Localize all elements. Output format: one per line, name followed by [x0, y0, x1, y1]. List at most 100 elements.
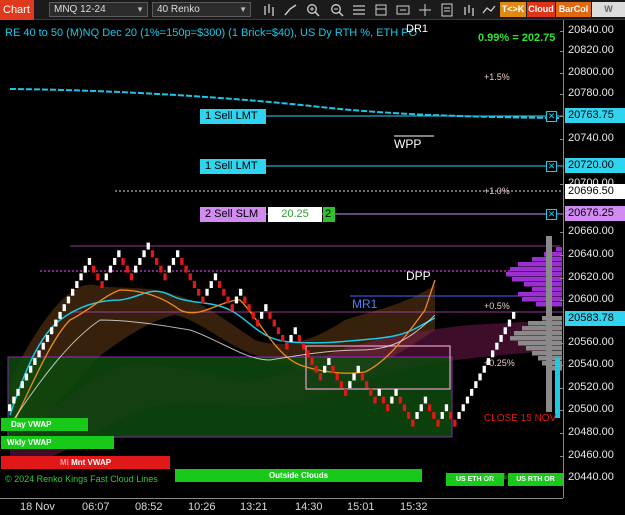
renko-brick	[318, 373, 323, 381]
time-label: 15:01	[347, 501, 375, 513]
draw-tools-icon[interactable]	[284, 3, 298, 17]
cancel-order-icon[interactable]: ✕	[546, 209, 557, 220]
renko-brick	[37, 350, 41, 358]
price-tick-label: 20640.00	[568, 248, 614, 260]
price-tick-label: 20460.00	[568, 449, 614, 461]
chevron-down-icon: ▼	[239, 5, 247, 14]
order-sell-lmt-1[interactable]: 1 Sell LMT	[200, 109, 266, 124]
zoom-in-icon[interactable]	[306, 3, 320, 17]
price-tick-label: 20820.00	[568, 44, 614, 56]
renko-brick	[226, 296, 230, 304]
bar-type-selector[interactable]: 40 Renko ▼	[152, 2, 251, 17]
renko-brick	[222, 288, 226, 296]
renko-brick	[8, 404, 12, 412]
renko-brick	[411, 419, 415, 427]
renko-brick	[83, 265, 87, 273]
cancel-order-icon[interactable]: ✕	[546, 111, 557, 122]
dr1-label: DR1	[406, 23, 429, 35]
renko-brick	[66, 296, 71, 304]
crosshair-icon[interactable]	[418, 3, 432, 17]
renko-brick	[150, 250, 155, 258]
renko-brick	[499, 335, 503, 342]
axis-price-20763: 20763.75	[565, 108, 625, 123]
renko-brick	[512, 311, 516, 319]
cloud-button[interactable]: Cloud	[527, 2, 555, 17]
renko-brick	[176, 250, 180, 258]
price-tick-label: 20840.00	[568, 24, 614, 36]
mr1-label: MR1	[352, 297, 378, 311]
renko-brick	[449, 412, 453, 419]
renko-brick	[419, 404, 423, 412]
volume-bar	[528, 321, 562, 326]
renko-brick	[428, 404, 432, 412]
renko-brick	[457, 412, 461, 419]
strategies-icon[interactable]	[482, 3, 496, 17]
order-sell-slm[interactable]: 2 Sell SLM	[200, 207, 266, 222]
bar-type-value: 40 Renko	[157, 4, 200, 15]
renko-brick	[129, 273, 134, 281]
vwap-button[interactable]: W VWAP	[592, 2, 625, 29]
renko-brick	[209, 281, 213, 288]
volume-bar	[556, 247, 562, 252]
tk-button[interactable]: T<>K	[500, 2, 526, 17]
price-axis[interactable]: 20840.0020820.0020800.0020780.0020760.00…	[560, 20, 625, 498]
renko-brick	[264, 304, 268, 312]
renko-brick	[41, 342, 45, 350]
price-tick-mark	[560, 433, 564, 434]
price-tick-label: 20780.00	[568, 87, 614, 99]
renko-brick	[62, 304, 66, 312]
instrument-value: MNQ 12-24	[54, 4, 106, 15]
zoom-out-icon[interactable]	[330, 3, 344, 17]
indicators-icon[interactable]	[462, 3, 476, 17]
chart-trader-icon[interactable]	[396, 3, 410, 17]
price-tick-mark	[560, 51, 564, 52]
weekly-vwap-line	[9, 88, 561, 119]
price-tick-label: 20600.00	[568, 293, 614, 305]
renko-brick	[289, 335, 293, 342]
order-sell-lmt-2[interactable]: 1 Sell LMT	[200, 159, 266, 174]
renko-brick	[297, 335, 302, 342]
instrument-selector[interactable]: MNQ 12-24 ▼	[49, 2, 148, 17]
renko-brick	[365, 381, 369, 389]
volume-bar	[524, 282, 562, 287]
pct-label-0-25: +0.25%	[484, 358, 515, 368]
properties-icon[interactable]	[352, 3, 366, 17]
price-tick-label: 20440.00	[568, 471, 614, 483]
renko-brick	[453, 419, 457, 427]
price-tick-label: 20520.00	[568, 381, 614, 393]
renko-brick	[188, 273, 192, 281]
bar-style-icon[interactable]	[262, 3, 276, 17]
renko-brick	[54, 319, 58, 327]
renko-brick	[79, 273, 83, 281]
cancel-order-icon[interactable]: ✕	[546, 161, 557, 172]
renko-brick	[440, 412, 444, 419]
renko-brick	[314, 365, 318, 373]
renko-brick	[381, 396, 386, 404]
price-tick-mark	[560, 139, 564, 140]
renko-brick	[113, 258, 117, 265]
axis-price-current: 20696.50	[565, 184, 625, 199]
order-offset[interactable]: 20.25	[268, 207, 322, 222]
price-tick-mark	[560, 31, 564, 32]
templates-icon[interactable]	[374, 3, 388, 17]
renko-brick	[276, 327, 281, 335]
renko-brick	[33, 358, 37, 365]
volume-bar	[518, 341, 562, 346]
order-label: 1 Sell LMT	[205, 110, 258, 122]
renko-brick	[213, 273, 218, 281]
chart-panel[interactable]: RE 40 to 50 (M)NQ Dec 20 (1%=150p=$300) …	[0, 20, 563, 498]
order-qty[interactable]: 2	[323, 207, 335, 222]
renko-brick	[348, 381, 352, 389]
renko-brick	[167, 265, 171, 273]
renko-brick	[138, 258, 142, 265]
time-label: 08:52	[135, 501, 163, 513]
time-axis[interactable]: 18 Nov 06:07 08:52 10:26 13:21 14:30 15:…	[0, 498, 563, 515]
renko-brick	[407, 412, 411, 419]
renko-brick	[444, 404, 449, 412]
price-tick-mark	[560, 232, 564, 233]
price-tick-mark	[560, 388, 564, 389]
chart-tab[interactable]: Chart	[0, 0, 34, 20]
data-box-icon[interactable]	[440, 3, 454, 17]
barcol-button[interactable]: BarCol	[556, 2, 591, 17]
price-tick-mark	[560, 343, 564, 344]
